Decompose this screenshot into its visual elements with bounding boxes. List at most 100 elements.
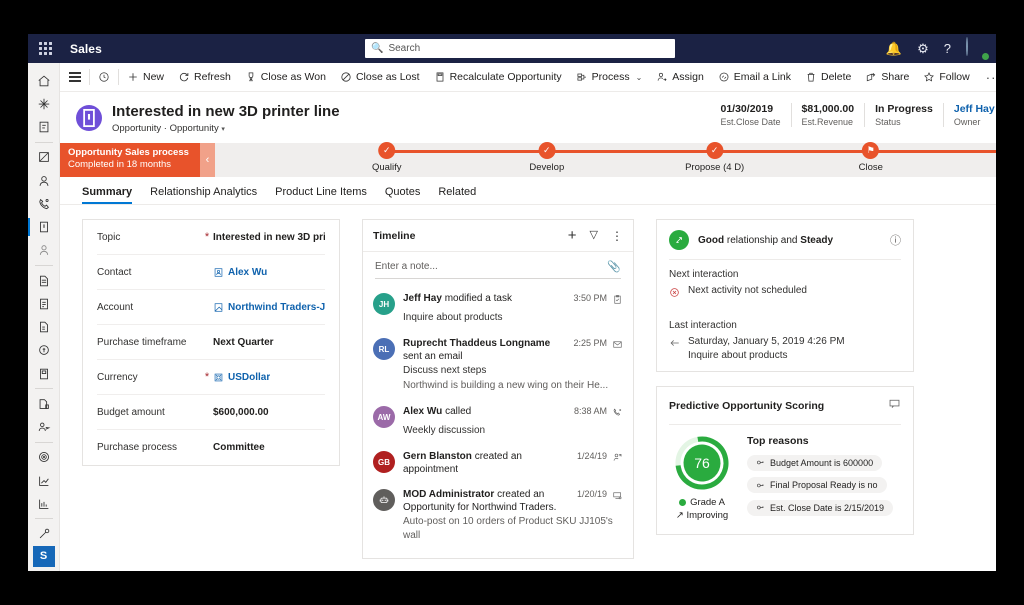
overflow-menu-button[interactable]: ··· — [977, 63, 996, 92]
field-value[interactable]: Committee — [213, 442, 265, 453]
process-stage-develop[interactable]: ✓ Develop — [529, 143, 564, 173]
search-placeholder: Search — [388, 43, 420, 54]
email-a-link-button[interactable]: Email a Link — [711, 63, 798, 92]
process-stage-qualify[interactable]: ✓ Qualify — [372, 143, 402, 173]
tab-quotes[interactable]: Quotes — [385, 186, 420, 204]
field-value[interactable]: USDollar — [213, 372, 270, 383]
link-icon — [718, 71, 730, 83]
sitemap-item-documents[interactable] — [28, 392, 60, 415]
tab-related[interactable]: Related — [438, 186, 476, 204]
form-selector-label[interactable]: Opportunity — [170, 123, 219, 134]
owner-value[interactable]: Jeff Hay — [954, 103, 995, 116]
bell-icon[interactable]: 🔔 — [886, 42, 902, 55]
sitemap-item-quotes[interactable] — [28, 269, 60, 292]
sitemap-item-reports[interactable] — [28, 492, 60, 515]
follow-button[interactable]: Follow — [916, 63, 976, 92]
required-indicator-icon: * — [201, 231, 213, 243]
add-icon[interactable]: + — [568, 228, 577, 243]
sitemap-area-switcher[interactable]: S — [33, 546, 55, 567]
timeline-item[interactable]: MOD Administrator created an Opportunity… — [373, 481, 623, 548]
close-as-won-button[interactable]: Close as Won — [238, 63, 333, 92]
grade-label: Grade A — [690, 497, 725, 508]
sitemap-item-leads[interactable] — [28, 239, 60, 262]
tab-summary[interactable]: Summary — [82, 186, 132, 204]
delete-button[interactable]: Delete — [798, 63, 858, 92]
sitemap-item-home[interactable] — [28, 69, 60, 92]
timer-button[interactable] — [91, 63, 117, 92]
tab-relationship-analytics[interactable]: Relationship Analytics — [150, 186, 257, 204]
close-as-lost-button[interactable]: Close as Lost — [333, 63, 427, 92]
sitemap-item-invoices[interactable] — [28, 315, 60, 338]
sitemap-item-pricelists[interactable] — [28, 362, 60, 385]
tab-product-line-items[interactable]: Product Line Items — [275, 186, 367, 204]
reason-chip[interactable]: Final Proposal Ready is no — [747, 477, 887, 493]
refresh-button[interactable]: Refresh — [171, 63, 238, 92]
process-name-block[interactable]: Opportunity Sales process Completed in 1… — [60, 143, 200, 177]
page-title: Interested in new 3D printer line — [112, 103, 340, 121]
chevron-down-icon[interactable]: ▾ — [221, 126, 225, 133]
field-value[interactable]: Interested in new 3D pri... — [213, 232, 325, 243]
sitemap-item-goals[interactable] — [28, 446, 60, 469]
timeline-item-meta: 2:25 PM — [569, 337, 623, 355]
sitemap-item-recent[interactable] — [28, 92, 60, 115]
question-mark-icon[interactable]: ? — [944, 42, 951, 55]
field-value[interactable]: Alex Wu — [213, 267, 267, 278]
task-icon — [612, 292, 623, 310]
process-stage-close[interactable]: ⚑ Close — [859, 143, 883, 173]
timeline-item[interactable]: AW Alex Wu called 8:38 AM — [373, 398, 623, 443]
sitemap-toggle-button[interactable] — [62, 76, 88, 77]
share-button[interactable]: Share — [858, 63, 916, 92]
reason-text: Budget Amount is 600000 — [770, 458, 873, 468]
budget-amount-value: $600,000.00 — [213, 407, 269, 418]
more-options-icon[interactable]: ⋮ — [611, 230, 623, 242]
timeline-item[interactable]: GB Gern Blanston created an appointment … — [373, 443, 623, 481]
app-launcher-button[interactable] — [28, 34, 62, 63]
reason-chip[interactable]: Budget Amount is 600000 — [747, 455, 882, 471]
timeline-item-head: MOD Administrator created an Opportunity… — [403, 488, 623, 514]
search-icon: 🔍 — [371, 43, 383, 54]
new-button[interactable]: New — [120, 63, 171, 92]
field-value[interactable]: $600,000.00 — [213, 407, 269, 418]
timeline-item[interactable]: JH Jeff Hay modified a task 3:50 PM — [373, 285, 623, 330]
process-status: Completed in 18 months — [68, 159, 200, 171]
process-icon — [576, 71, 588, 83]
field-label: Topic — [97, 232, 201, 243]
last-interaction-label: Last interaction — [669, 320, 901, 331]
reason-chip[interactable]: Est. Close Date is 2/15/2019 — [747, 500, 893, 516]
filter-icon[interactable]: ▽ — [590, 230, 598, 241]
gear-icon[interactable]: ⚙ — [917, 42, 929, 55]
process-stage-propose[interactable]: ✓ Propose (4 D) — [685, 143, 744, 173]
scoring-title: Predictive Opportunity Scoring — [669, 400, 824, 412]
global-search[interactable]: 🔍 Search — [365, 39, 675, 58]
trend-label: Improving — [686, 510, 728, 521]
insights-column: Good relationship and Steady ⓘ Next inte… — [656, 219, 914, 571]
sitemap-item-forecast[interactable] — [28, 469, 60, 492]
sitemap-item-activities[interactable] — [28, 146, 60, 169]
timeline-item[interactable]: RL Ruprecht Thaddeus Longname sent an em… — [373, 330, 623, 398]
field-value[interactable]: Next Quarter — [213, 337, 274, 348]
process-stage-track: ✓ Qualify ✓ Develop ✓ Propose (4 D) ⚑ Cl… — [215, 143, 996, 177]
info-icon[interactable]: ⓘ — [890, 232, 901, 248]
divider — [35, 142, 53, 143]
process-prev-button[interactable]: ‹ — [200, 143, 215, 177]
paperclip-icon[interactable]: 📎 — [607, 260, 621, 273]
sitemap-item-orders[interactable] — [28, 292, 60, 315]
header-field-est-close-date: 01/30/2019 Est.Close Date — [711, 103, 792, 127]
recalculate-opportunity-button[interactable]: Recalculate Opportunity — [427, 63, 569, 92]
timeline-note-input[interactable]: Enter a note... 📎 — [375, 260, 621, 279]
comment-icon[interactable] — [888, 397, 901, 415]
field-label: Purchase process — [97, 442, 201, 453]
sitemap-item-competitors[interactable] — [28, 415, 60, 438]
sitemap-item-pinned[interactable] — [28, 116, 60, 139]
avatar[interactable] — [966, 38, 988, 60]
sitemap-item-products[interactable] — [28, 339, 60, 362]
sitemap-item-accounts[interactable] — [28, 169, 60, 192]
field-currency: Currency * USDollar — [97, 360, 325, 395]
sitemap-item-tools[interactable] — [28, 522, 60, 545]
process-button[interactable]: Process ⌄ — [569, 63, 650, 92]
timestamp: 3:50 PM — [573, 292, 607, 305]
field-value[interactable]: Northwind Traders-JT... — [213, 302, 325, 313]
sitemap-item-opportunities[interactable] — [28, 215, 60, 238]
assign-button[interactable]: Assign — [649, 63, 711, 92]
sitemap-item-calls[interactable] — [28, 192, 60, 215]
